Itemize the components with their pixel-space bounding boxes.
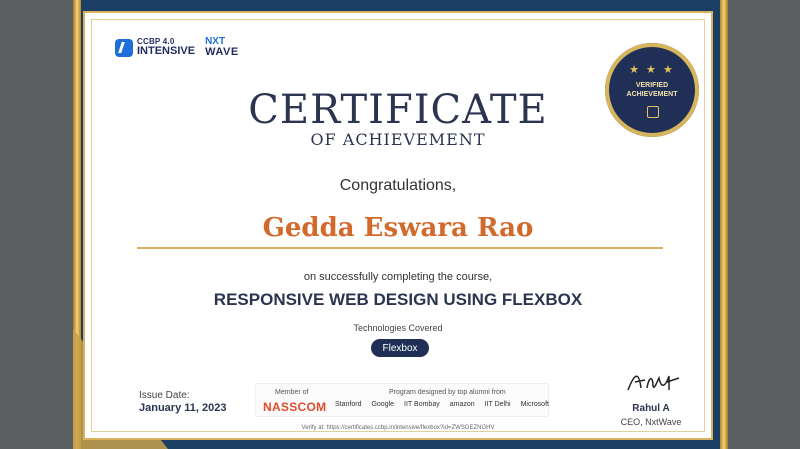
congratulations-text: Congratulations, xyxy=(339,177,457,194)
technologies-label: Technologies Covered xyxy=(353,323,443,333)
partner-microsoft: Microsoft xyxy=(520,401,549,408)
ccbp-text: CCBP 4.0 INTENSIVE xyxy=(137,38,195,57)
member-of-label: Member of xyxy=(275,389,309,396)
badge-line1: VERIFIED xyxy=(635,82,669,89)
ccbp-big-text: INTENSIVE xyxy=(137,45,196,57)
ccbp-icon xyxy=(115,38,133,57)
verified-badge: ★ ★ ★ VERIFIED ACHIEVEMENT xyxy=(605,43,699,137)
issue-date-value: January 11, 2023 xyxy=(139,402,227,414)
badge-text: VERIFIED ACHIEVEMENT xyxy=(605,81,699,99)
partner-iit-bombay: IIT Bombay xyxy=(404,401,440,408)
program-designed-label: Program designed by top alumni from xyxy=(389,389,506,396)
course-title: RESPONSIVE WEB DESIGN USING FLEXBOX xyxy=(213,290,583,309)
partner-logos: Stanford Google IIT Bombay amazon IIT De… xyxy=(335,401,549,408)
nasscom-logo: NASSCOM xyxy=(263,400,327,414)
certificate-card: CCBP 4.0 INTENSIVE NXT WAVE CERTIFICATE … xyxy=(83,11,713,440)
signature-image xyxy=(627,375,680,391)
certificate-subtitle: OF ACHIEVEMENT xyxy=(310,130,486,149)
partner-google: Google xyxy=(371,401,395,408)
signer-role: CEO, NxtWave xyxy=(620,417,682,427)
badge-line2: ACHIEVEMENT xyxy=(626,91,678,98)
gold-border-right xyxy=(720,0,728,449)
technology-pill: Flexbox xyxy=(371,339,429,357)
signer-name: Rahul A xyxy=(632,403,670,414)
certificate-icon xyxy=(647,106,659,118)
header-logos: CCBP 4.0 INTENSIVE NXT WAVE xyxy=(115,37,239,58)
wave-text: WAVE xyxy=(205,46,239,58)
partner-stanford: Stanford xyxy=(335,401,362,408)
partner-amazon: amazon xyxy=(449,401,475,408)
completion-text: on successfully completing the course, xyxy=(303,271,493,283)
issue-date-label: Issue Date: xyxy=(139,390,190,401)
name-underline xyxy=(137,247,663,249)
partner-iit-delhi: IIT Delhi xyxy=(484,401,511,408)
nxtwave-logo: NXT WAVE xyxy=(205,37,239,58)
ccbp-logo: CCBP 4.0 INTENSIVE xyxy=(115,38,195,57)
recipient-name: Gedda Eswara Rao xyxy=(262,213,534,243)
badge-stars-icon: ★ ★ ★ xyxy=(629,64,675,76)
